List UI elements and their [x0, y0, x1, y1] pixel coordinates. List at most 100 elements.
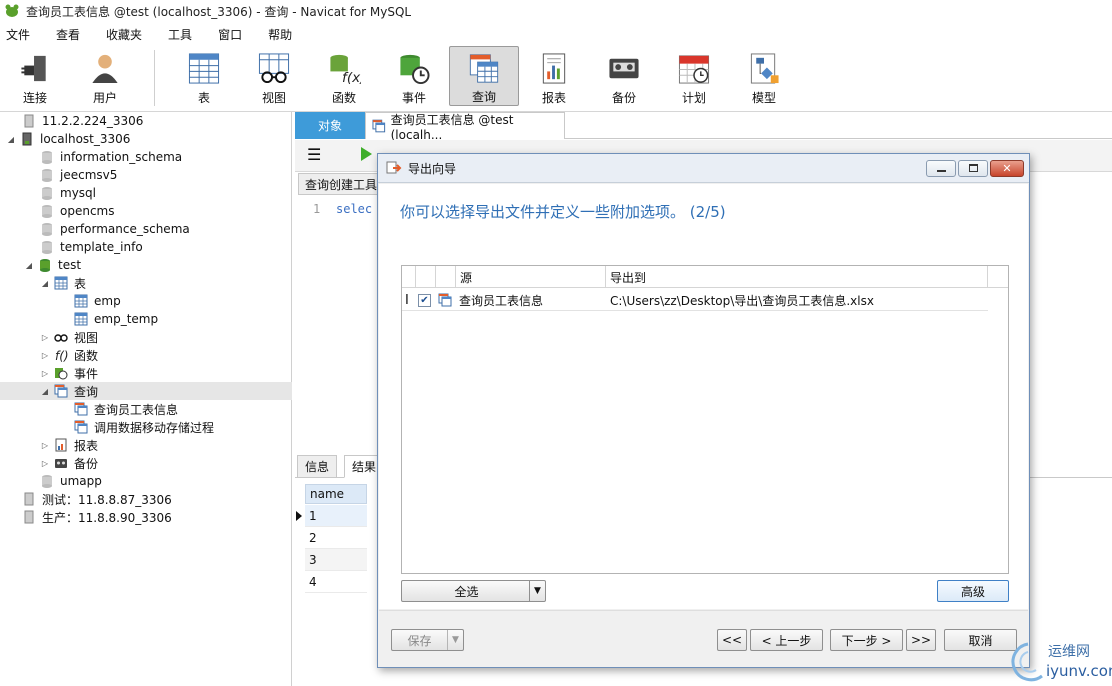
column-header-export-to[interactable]: 导出到 — [606, 266, 988, 288]
toolbar-model-button[interactable]: 模型 — [729, 46, 799, 106]
column-header-name[interactable]: name — [305, 484, 367, 504]
watermark-logo: 运维网 iyunv.com — [1008, 638, 1112, 686]
tree-query-call-procedure[interactable]: 调用数据移动存储过程 — [74, 418, 214, 436]
cancel-button[interactable]: 取消 — [944, 629, 1017, 651]
toolbar-table-button[interactable]: 表 — [169, 46, 239, 106]
toolbar-report-button[interactable]: 报表 — [519, 46, 589, 106]
maximize-button[interactable] — [958, 160, 988, 177]
tree-label: opencms — [60, 204, 115, 218]
toolbar-function-button[interactable]: f(x) 函数 — [309, 46, 379, 106]
tree-label: umapp — [60, 474, 102, 488]
tree-folder-backups[interactable]: ▷ 备份 — [40, 454, 98, 472]
tree-db-opencms[interactable]: opencms — [40, 202, 115, 220]
toolbar-user-button[interactable]: 用户 — [70, 46, 140, 106]
tree-folder-events[interactable]: ▷ 事件 — [40, 364, 98, 382]
collapsed-arrow-icon[interactable]: ▷ — [40, 369, 50, 378]
save-button[interactable]: 保存 ▼ — [391, 629, 464, 651]
event-clock-icon — [55, 368, 68, 380]
close-button[interactable]: ✕ — [990, 160, 1024, 177]
tab-query-builder[interactable]: 查询创建工具 — [298, 173, 385, 195]
tree-db-umapp[interactable]: umapp — [40, 472, 102, 490]
expanded-arrow-icon[interactable]: ◢ — [6, 135, 16, 144]
function-icon: f() — [55, 349, 68, 362]
tree-db-information_schema[interactable]: information_schema — [40, 148, 182, 166]
tree-label: 11.2.2.224_3306 — [42, 114, 144, 128]
menu-help[interactable]: 帮助 — [254, 26, 304, 43]
column-header-source[interactable]: 源 — [456, 266, 606, 288]
database-open-icon — [40, 259, 50, 272]
collapsed-arrow-icon[interactable]: ▷ — [40, 441, 50, 450]
collapsed-arrow-icon[interactable]: ▷ — [40, 351, 50, 360]
toolbar-query-button[interactable]: 查询 — [449, 46, 519, 106]
minimize-button[interactable] — [926, 160, 956, 177]
tree-connection-11.2.2.224[interactable]: 11.2.2.224_3306 — [22, 112, 143, 130]
toolbar-view-button[interactable]: 视图 — [239, 46, 309, 106]
toolbar-schedule-button[interactable]: 计划 — [659, 46, 729, 106]
toolbar-user-label: 用户 — [92, 91, 117, 105]
list-item[interactable]: I ✔ 查询员工表信息 C:\Users\zz\Desktop\导出\查询员工表… — [402, 289, 988, 311]
tree-connection-localhost[interactable]: ◢ localhost_3306 — [6, 130, 130, 148]
advanced-button[interactable]: 高级 — [937, 580, 1009, 602]
tree-db-jeecmsv5[interactable]: jeecmsv5 — [40, 166, 117, 184]
query-icon — [438, 289, 452, 311]
table-row[interactable]: 1 — [305, 505, 367, 527]
tree-folder-views[interactable]: ▷ 视图 — [40, 328, 98, 346]
tree-folder-functions[interactable]: ▷ f() 函数 — [40, 346, 98, 364]
tab-objects[interactable]: 对象 — [295, 112, 365, 139]
tree-table-emp[interactable]: emp — [74, 292, 121, 310]
tree-connection-prod-server[interactable]: 生产：11.8.8.90_3306 — [22, 508, 172, 526]
export-checkbox[interactable]: ✔ — [418, 289, 431, 311]
toolbar-connect-button[interactable]: 连接 — [0, 46, 70, 106]
tab-info[interactable]: 信息 — [297, 455, 338, 478]
table-row[interactable]: 2 — [305, 527, 367, 549]
list-header: 源 导出到 — [402, 266, 1008, 288]
menu-window[interactable]: 窗口 — [204, 26, 254, 43]
tree-db-template_info[interactable]: template_info — [40, 238, 143, 256]
last-step-button[interactable]: >> — [906, 629, 936, 651]
expanded-arrow-icon[interactable]: ◢ — [40, 279, 50, 288]
toolbar-backup-label: 备份 — [611, 91, 636, 105]
tree-folder-tables[interactable]: ◢ 表 — [40, 274, 86, 292]
tree-connection-test-server[interactable]: 测试：11.8.8.87_3306 — [22, 490, 172, 508]
tree-label: 函数 — [74, 348, 99, 363]
server-connected-icon — [22, 132, 32, 146]
next-button[interactable]: 下一步 > — [830, 629, 903, 651]
menu-favorites[interactable]: 收藏夹 — [92, 26, 154, 43]
chevron-down-icon[interactable]: ▼ — [529, 581, 545, 601]
chevron-down-icon[interactable]: ▼ — [447, 630, 463, 650]
database-icon — [42, 241, 52, 254]
tree-folder-queries[interactable]: ◢ 查询 — [0, 382, 292, 400]
run-icon[interactable] — [361, 147, 372, 161]
hamburger-menu-icon[interactable]: ☰ — [307, 147, 321, 163]
expanded-arrow-icon[interactable]: ◢ — [40, 387, 50, 396]
tree-query-employee-info[interactable]: 查询员工表信息 — [74, 400, 178, 418]
database-icon — [42, 475, 52, 488]
tree-table-emp_temp[interactable]: emp_temp — [74, 310, 158, 328]
plug-icon — [21, 55, 46, 82]
tree-db-test[interactable]: ◢ test — [24, 256, 81, 274]
sql-code[interactable]: selec — [336, 202, 372, 216]
export-path[interactable]: C:\Users\zz\Desktop\导出\查询员工表信息.xlsx — [610, 289, 874, 311]
toolbar-event-button[interactable]: 事件 — [379, 46, 449, 106]
export-wizard-dialog: 导出向导 ✕ 你可以选择导出文件并定义一些附加选项。 (2/5) 源 导出到 I… — [377, 153, 1030, 668]
table-row[interactable]: 3 — [305, 549, 367, 571]
table-row[interactable]: 4 — [305, 571, 367, 593]
menu-view[interactable]: 查看 — [42, 26, 92, 43]
collapsed-arrow-icon[interactable]: ▷ — [40, 459, 50, 468]
minimize-icon — [937, 170, 946, 172]
toolbar-backup-button[interactable]: 备份 — [589, 46, 659, 106]
query-icon — [438, 293, 452, 307]
tree-label: 事件 — [74, 366, 99, 381]
select-all-button[interactable]: 全选 ▼ — [401, 580, 546, 602]
tab-query[interactable]: 查询员工表信息 @test (localh... — [365, 112, 565, 142]
first-step-button[interactable]: << — [717, 629, 747, 651]
tree-db-performance_schema[interactable]: performance_schema — [40, 220, 190, 238]
previous-button[interactable]: < 上一步 — [750, 629, 823, 651]
expanded-arrow-icon[interactable]: ◢ — [24, 261, 34, 270]
menu-tools[interactable]: 工具 — [154, 26, 204, 43]
menu-file[interactable]: 文件 — [0, 26, 42, 43]
list-header-icon — [436, 266, 456, 288]
tree-folder-reports[interactable]: ▷ 报表 — [40, 436, 98, 454]
tree-db-mysql[interactable]: mysql — [40, 184, 96, 202]
collapsed-arrow-icon[interactable]: ▷ — [40, 333, 50, 342]
